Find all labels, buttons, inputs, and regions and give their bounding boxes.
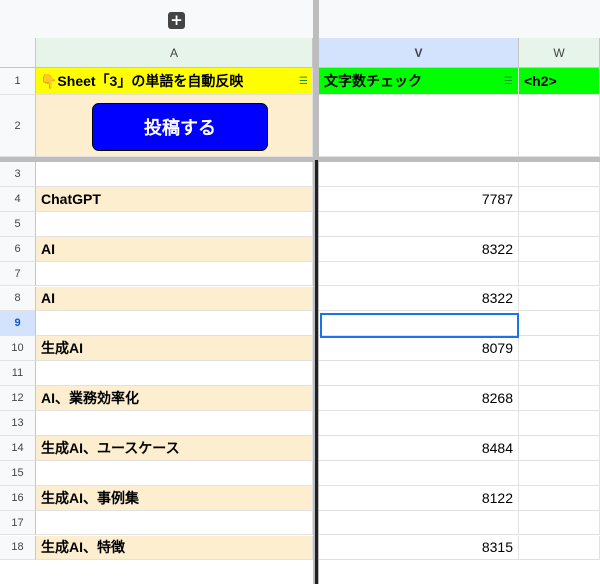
a1-label: 👇Sheet「3」の単語を自動反映 xyxy=(40,73,244,89)
cell-keyword[interactable] xyxy=(36,162,313,187)
cell-w[interactable] xyxy=(519,510,600,536)
cell-char-count[interactable] xyxy=(319,211,519,237)
row-header[interactable]: 8 xyxy=(0,286,36,312)
cell-char-count[interactable]: 8484 xyxy=(319,435,519,461)
cell-w[interactable] xyxy=(519,535,600,561)
row-header[interactable]: 5 xyxy=(0,211,36,237)
cell-a1[interactable]: 👇Sheet「3」の単語を自動反映 ☰ xyxy=(36,68,313,95)
cell-keyword[interactable]: 生成AI、事例集 xyxy=(36,485,313,511)
cell-w[interactable] xyxy=(519,336,600,362)
cell-w[interactable] xyxy=(519,261,600,287)
cell-w2[interactable] xyxy=(519,95,600,157)
row-header[interactable]: 17 xyxy=(0,510,36,536)
row-header[interactable]: 13 xyxy=(0,411,36,436)
cell-keyword[interactable]: AI、業務効率化 xyxy=(36,386,313,411)
cell-keyword[interactable]: 生成AI xyxy=(36,336,313,362)
cell-char-count[interactable]: 8315 xyxy=(319,535,519,561)
cell-char-count[interactable] xyxy=(319,510,519,536)
cell-w[interactable] xyxy=(519,485,600,511)
cell-char-count[interactable]: 8079 xyxy=(319,336,519,362)
cell-v2[interactable] xyxy=(319,95,519,157)
cell-char-count[interactable]: 8322 xyxy=(319,236,519,262)
cell-w[interactable] xyxy=(519,435,600,461)
row-header[interactable]: 2 xyxy=(0,95,36,157)
cell-w[interactable] xyxy=(519,386,600,411)
filter-icon[interactable]: ☰ xyxy=(299,76,308,87)
row-header[interactable]: 6 xyxy=(0,236,36,262)
v1-label: 文字数チェック xyxy=(324,73,422,89)
cell-keyword[interactable] xyxy=(36,411,313,436)
cell-w[interactable] xyxy=(519,311,600,337)
cell-char-count[interactable]: 8122 xyxy=(319,485,519,511)
column-divider xyxy=(315,160,318,584)
row-header[interactable]: 14 xyxy=(0,435,36,461)
select-all-corner[interactable] xyxy=(0,38,36,68)
row-header[interactable]: 3 xyxy=(0,162,36,187)
selected-cell-v9[interactable] xyxy=(320,313,519,338)
row-header[interactable]: 16 xyxy=(0,485,36,511)
row-header[interactable]: 4 xyxy=(0,186,36,212)
cell-char-count[interactable] xyxy=(319,361,519,387)
cell-w[interactable] xyxy=(519,211,600,237)
column-header-a[interactable]: A xyxy=(36,38,313,68)
cell-keyword[interactable] xyxy=(36,460,313,486)
row-header[interactable]: 1 xyxy=(0,68,36,95)
row-header[interactable]: 12 xyxy=(0,386,36,411)
cell-w[interactable] xyxy=(519,460,600,486)
cell-keyword[interactable]: ChatGPT xyxy=(36,186,313,212)
cell-w[interactable] xyxy=(519,361,600,387)
row-header[interactable]: 10 xyxy=(0,336,36,362)
cell-keyword[interactable] xyxy=(36,261,313,287)
column-header-v[interactable]: V xyxy=(319,38,519,68)
cell-keyword[interactable]: 生成AI、ユースケース xyxy=(36,435,313,461)
row-header[interactable]: 11 xyxy=(0,361,36,387)
cell-v1[interactable]: 文字数チェック ☰ xyxy=(319,68,519,95)
cell-w[interactable] xyxy=(519,186,600,212)
cell-keyword[interactable] xyxy=(36,361,313,387)
cell-char-count[interactable]: 8268 xyxy=(319,386,519,411)
cell-w[interactable] xyxy=(519,286,600,312)
cell-keyword[interactable]: AI xyxy=(36,286,313,312)
grid-toolbar xyxy=(0,0,600,38)
cell-w1[interactable]: <h2> xyxy=(519,68,600,95)
cell-keyword[interactable] xyxy=(36,211,313,237)
row-header[interactable]: 15 xyxy=(0,460,36,486)
cell-w[interactable] xyxy=(519,162,600,187)
cell-w[interactable] xyxy=(519,236,600,262)
row-header[interactable]: 9 xyxy=(0,311,36,337)
cell-char-count[interactable] xyxy=(319,162,519,187)
cell-keyword[interactable]: AI xyxy=(36,236,313,262)
cell-keyword[interactable]: 生成AI、特徴 xyxy=(36,535,313,561)
w1-label: <h2> xyxy=(524,73,557,89)
cell-char-count[interactable] xyxy=(319,460,519,486)
column-header-w[interactable]: W xyxy=(519,38,600,68)
cell-keyword[interactable] xyxy=(36,510,313,536)
cell-char-count[interactable] xyxy=(319,411,519,436)
filter-icon[interactable]: ☰ xyxy=(504,76,513,87)
row-header[interactable]: 18 xyxy=(0,535,36,561)
add-icon[interactable]: + xyxy=(168,12,185,29)
cell-char-count[interactable]: 8322 xyxy=(319,286,519,312)
row-header[interactable]: 7 xyxy=(0,261,36,287)
cell-w[interactable] xyxy=(519,411,600,436)
freeze-divider-horizontal[interactable] xyxy=(0,157,600,162)
cell-keyword[interactable] xyxy=(36,311,313,337)
cell-char-count[interactable]: 7787 xyxy=(319,186,519,212)
cell-char-count[interactable] xyxy=(319,261,519,287)
post-button[interactable]: 投稿する xyxy=(92,103,268,151)
